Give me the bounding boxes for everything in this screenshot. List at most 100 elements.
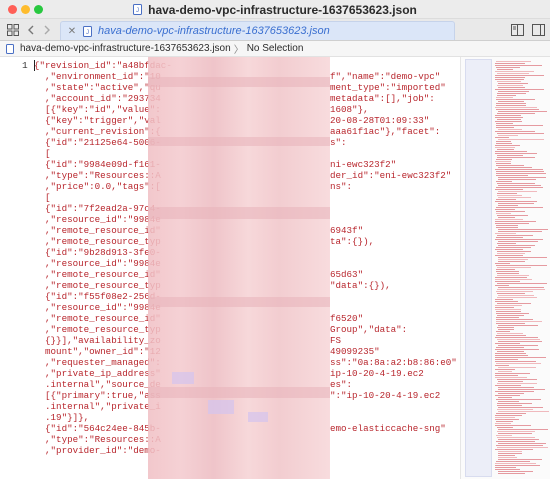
minimap-line	[496, 227, 518, 228]
minimap-line	[498, 457, 517, 458]
minimap-line	[495, 79, 524, 80]
split-editor-icon	[510, 24, 524, 36]
tab-json-file[interactable]: ✕ J hava-demo-vpc-infrastructure-1637653…	[60, 21, 455, 40]
minimap-line	[495, 223, 529, 224]
code-text-left: .internal","source_de	[34, 379, 161, 390]
redaction-patch	[208, 400, 234, 414]
minimap-line	[495, 359, 518, 360]
minimap[interactable]	[460, 57, 550, 479]
tab-bar: ✕ J hava-demo-vpc-infrastructure-1637653…	[0, 19, 550, 41]
minimap-line	[498, 111, 547, 112]
minimap-line	[496, 271, 519, 272]
minimap-line	[496, 363, 541, 364]
minimap-line	[495, 349, 539, 350]
forward-button[interactable]	[40, 22, 54, 38]
minimap-line	[497, 157, 535, 158]
minimap-line	[497, 73, 529, 74]
minimap-line	[498, 91, 529, 92]
minimap-line	[496, 109, 539, 110]
code-text-right: 49099235"	[330, 346, 380, 357]
minimap-line	[498, 471, 533, 472]
minimap-line	[497, 427, 513, 428]
code-text-left: {"key":"trigger","val	[34, 115, 161, 126]
minimap-line	[495, 137, 509, 138]
minimap-line	[497, 273, 519, 274]
minimap-line	[495, 465, 540, 466]
minimap-line	[498, 371, 512, 372]
related-items-button[interactable]	[5, 22, 21, 38]
minimap-line	[495, 219, 523, 220]
redaction-patch	[172, 372, 194, 384]
minimap-line	[496, 143, 512, 144]
minimap-line	[495, 121, 522, 122]
code-text-left: ,"price":0.0,"tags":[	[34, 181, 161, 192]
code-text-left: ,"current_revision":{	[34, 126, 161, 137]
back-button[interactable]	[24, 22, 38, 38]
code-text-right: ":"ip-10-20-4-19.ec2	[330, 390, 441, 401]
minimap-line	[496, 313, 529, 314]
minimap-line	[497, 215, 528, 216]
minimap-line	[497, 85, 523, 86]
minimap-line	[496, 199, 516, 200]
minimap-line	[495, 467, 516, 468]
minimap-line	[496, 165, 524, 166]
minimap-line	[496, 211, 525, 212]
minimap-line	[495, 361, 536, 362]
minimap-line	[498, 191, 537, 192]
minimap-viewport[interactable]	[465, 59, 492, 477]
split-editor-button[interactable]	[509, 22, 525, 38]
minimap-line	[495, 239, 543, 240]
tab-close-button[interactable]: ✕	[65, 26, 79, 37]
minimap-line	[496, 213, 511, 214]
window-title-group: J hava-demo-vpc-infrastructure-163765362…	[0, 0, 550, 19]
minimap-line	[495, 285, 509, 286]
redaction-band	[148, 207, 330, 219]
minimap-line	[497, 333, 523, 334]
minimap-line	[495, 189, 523, 190]
code-text-left: {"id":"9984e09d-f161-	[34, 159, 161, 170]
breadcrumb-file[interactable]: hava-demo-vpc-infrastructure-1637653623.…	[20, 43, 231, 54]
minimap-line	[498, 287, 544, 288]
minimap-line	[495, 151, 527, 152]
document-icon: J	[83, 25, 92, 37]
minimap-line	[496, 291, 533, 292]
minimap-line	[496, 163, 511, 164]
code-editor[interactable]: 1 {"revision_id":"a48bfdac- ,"environmen…	[0, 57, 460, 479]
minimap-line	[495, 423, 511, 424]
breadcrumb-selection[interactable]: No Selection	[247, 43, 304, 54]
minimap-line	[495, 419, 519, 420]
minimap-line	[498, 381, 523, 382]
code-text-right: f","name":"demo-vpc"	[330, 71, 441, 82]
minimap-line	[498, 135, 518, 136]
minimap-line	[496, 323, 525, 324]
minimap-line	[497, 133, 544, 134]
minimap-line	[497, 81, 521, 82]
minimap-line	[496, 421, 513, 422]
minimap-line	[495, 377, 527, 378]
code-text-right: ment_type":"imported"	[330, 82, 446, 93]
document-icon	[6, 43, 14, 54]
code-text-left: ,"resource_id":"9984e	[34, 302, 161, 313]
minimap-line	[498, 167, 532, 168]
code-text-left: ,"remote_resource_typ	[34, 324, 161, 335]
jump-bar: hava-demo-vpc-infrastructure-1637653623.…	[0, 41, 550, 57]
code-text-right: ss":"0a:8a:a2:b8:86:e0"	[330, 357, 457, 368]
minimap-line	[497, 253, 525, 254]
minimap-line	[495, 233, 516, 234]
minimap-line	[496, 413, 526, 414]
minimap-line	[495, 249, 523, 250]
code-text-left: {"id":"f55f08e2-256d-	[34, 291, 161, 302]
svg-text:J: J	[86, 30, 89, 36]
minimap-line	[496, 265, 547, 266]
code-text-right: 6943f"	[330, 225, 364, 236]
minimap-line	[496, 399, 541, 400]
inspector-toggle-button[interactable]	[530, 22, 546, 38]
minimap-line	[495, 147, 515, 148]
minimap-line	[495, 279, 532, 280]
minimap-line	[496, 141, 511, 142]
minimap-line	[495, 391, 534, 392]
minimap-line	[495, 281, 520, 282]
minimap-line	[496, 435, 512, 436]
code-text-left: ,"resource_id":"9984e	[34, 258, 161, 269]
minimap-line	[497, 431, 535, 432]
